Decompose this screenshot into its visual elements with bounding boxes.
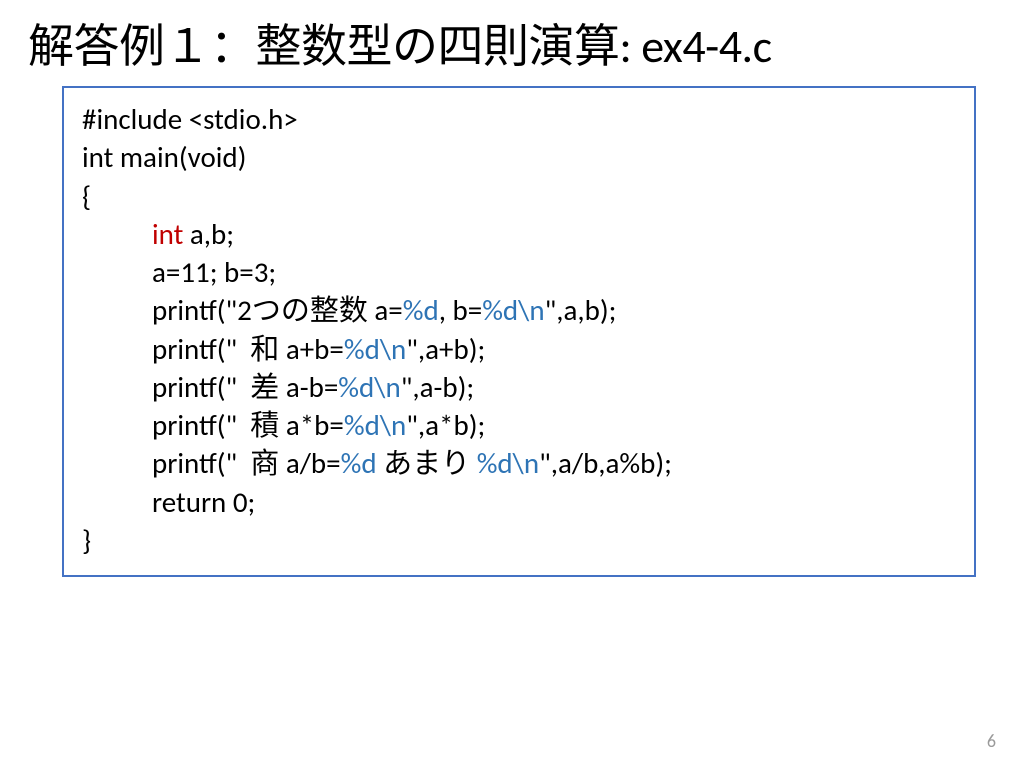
code-line: printf(" 積 a*b=%d\n",a*b); (82, 406, 956, 444)
code-line: printf(" 差 a-b=%d\n",a-b); (82, 368, 956, 406)
code-line: int main(void) (82, 138, 956, 176)
code-line: printf("2つの整数 a=%d, b=%d\n",a,b); (82, 291, 956, 329)
code-block: #include <stdio.h> int main(void) { int … (62, 86, 976, 577)
code-line: { (82, 177, 956, 215)
code-line: printf(" 和 a+b=%d\n",a+b); (82, 330, 956, 368)
code-line: } (82, 521, 956, 559)
code-line: printf(" 商 a/b=%d あまり %d\n",a/b,a%b); (82, 444, 956, 482)
slide-title: 解答例１：整数型の四則演算: ex4-4.c (0, 0, 1024, 86)
code-line: int a,b; (82, 215, 956, 253)
page-number: 6 (987, 730, 996, 752)
code-line: #include <stdio.h> (82, 100, 956, 138)
code-line: a=11; b=3; (82, 253, 956, 291)
code-line: return 0; (82, 483, 956, 521)
